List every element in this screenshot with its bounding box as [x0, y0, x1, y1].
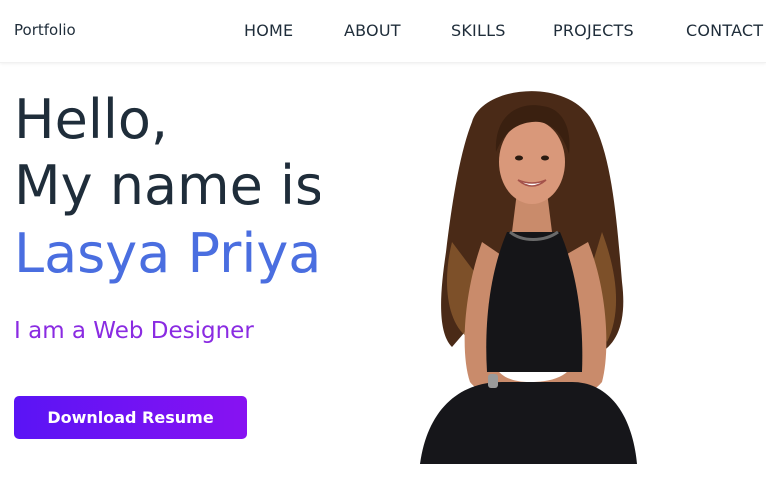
top-navbar: Portfolio HOME ABOUT SKILLS PROJECTS CON… [0, 0, 766, 63]
hero-role: I am a Web Designer [14, 318, 254, 344]
nav-link-skills[interactable]: SKILLS [451, 21, 506, 40]
hero-greeting: Hello, [14, 88, 169, 151]
hero-name: Lasya Priya [14, 222, 320, 285]
nav-link-about[interactable]: ABOUT [344, 21, 401, 40]
hero-intro: My name is [14, 154, 320, 217]
hero-heading: Hello, My name is Lasya Priya [14, 86, 320, 286]
nav-link-home[interactable]: HOME [244, 21, 293, 40]
nav-link-contact[interactable]: CONTACT [686, 21, 763, 40]
profile-photo [420, 91, 637, 464]
download-resume-button[interactable]: Download Resume [14, 396, 247, 439]
nav-link-projects[interactable]: PROJECTS [553, 21, 634, 40]
brand-logo-link[interactable]: Portfolio [14, 21, 76, 39]
